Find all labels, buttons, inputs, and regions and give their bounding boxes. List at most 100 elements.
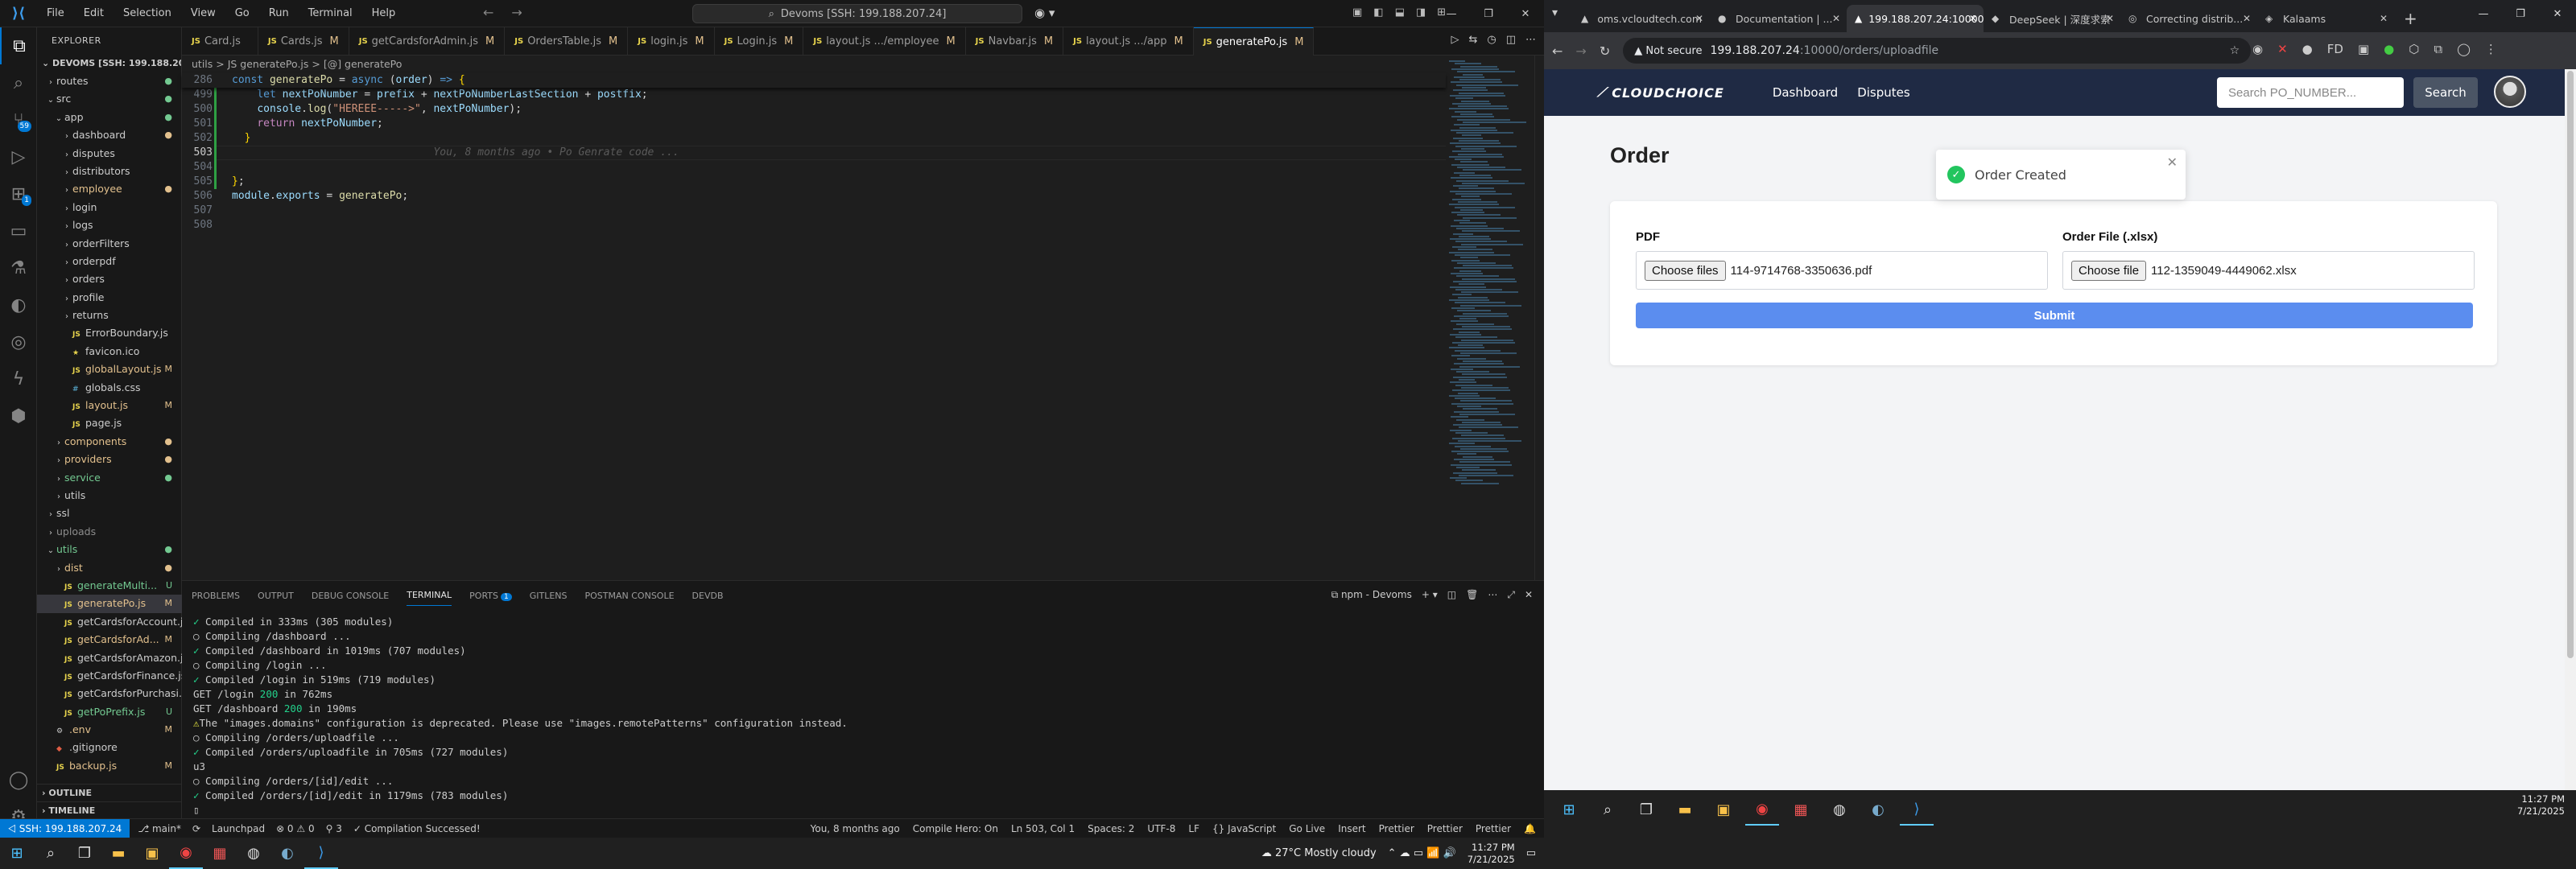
extension-icon-6[interactable]: ● xyxy=(2384,42,2394,56)
tree-item[interactable]: JS getCardsforAccount.js xyxy=(37,613,182,631)
nav-link-disputes[interactable]: Disputes xyxy=(1857,85,1910,100)
tree-item[interactable]: › login xyxy=(37,199,182,216)
git-blame[interactable]: You, 8 months ago xyxy=(811,823,900,834)
chrome-icon[interactable]: ◉ xyxy=(169,838,203,869)
tree-item[interactable]: › profile xyxy=(37,289,182,307)
ports-count[interactable]: ⚲ 3 xyxy=(326,823,342,834)
minimize-icon[interactable]: — xyxy=(1433,0,1470,27)
tree-item[interactable]: › routes ● xyxy=(37,72,182,90)
tree-item[interactable]: ⌄ src ● xyxy=(37,90,182,108)
tree-item[interactable]: › distributors xyxy=(37,163,182,180)
choose-pdf-button[interactable]: Choose files xyxy=(1645,260,1726,281)
tree-item[interactable]: ◆ .gitignore xyxy=(37,739,182,756)
close-icon[interactable]: ✕ xyxy=(1507,0,1544,27)
toast-close-icon[interactable]: ✕ xyxy=(2167,154,2178,170)
insert-mode[interactable]: Insert xyxy=(1338,823,1365,834)
toggle-sidebar-icon[interactable]: ◧ xyxy=(1373,6,1383,19)
search-button[interactable]: Search xyxy=(2413,77,2478,108)
tree-item[interactable]: › logs xyxy=(37,216,182,234)
editor-tab[interactable]: JS layout.js .../employee M xyxy=(803,27,966,56)
reload-icon[interactable]: ↻ xyxy=(1600,43,1610,59)
timeline-icon[interactable]: ◷ xyxy=(1487,34,1496,46)
tree-item[interactable]: JS getCardsforFinance.js xyxy=(37,667,182,685)
outline-section[interactable]: › OUTLINE xyxy=(37,784,182,801)
editor-tab[interactable]: JS Login.js M xyxy=(715,27,804,56)
menu-item-view[interactable]: View xyxy=(181,0,225,27)
nav-link-dashboard[interactable]: Dashboard xyxy=(1773,85,1838,100)
tree-item[interactable]: JS getCardsforAd... M xyxy=(37,631,182,649)
explorer-icon[interactable]: ⧉ xyxy=(0,27,37,64)
panel-tab-output[interactable]: OUTPUT xyxy=(258,591,294,601)
testing-icon[interactable]: ⚗ xyxy=(0,249,37,286)
minimap[interactable] xyxy=(1446,56,1534,580)
bookmark-star-icon[interactable]: ☆ xyxy=(2230,44,2240,57)
prettier-3[interactable]: Prettier xyxy=(1476,823,1511,834)
more-actions-icon[interactable]: ⋯ xyxy=(1525,34,1536,46)
tray-icons[interactable]: ⌃ ☁ ▭ 📶 🔊 xyxy=(1388,847,1456,859)
tab-close-icon[interactable]: ✕ xyxy=(1969,13,1977,24)
back-arrow-icon[interactable]: ← xyxy=(483,5,493,20)
app-icon-circle[interactable]: ◍ xyxy=(237,838,270,869)
tree-item[interactable]: ★ favicon.ico xyxy=(37,343,182,360)
more-icon[interactable]: ⋯ xyxy=(1488,589,1497,601)
account-icon[interactable]: ◯ xyxy=(0,761,37,798)
panel-tab-debug-console[interactable]: DEBUG CONSOLE xyxy=(312,591,389,601)
menu-item-help[interactable]: Help xyxy=(362,0,406,27)
code-editor[interactable]: 286 const generatePo = async (order) => {… xyxy=(182,73,1446,580)
run-icon[interactable]: ▷ xyxy=(1451,34,1459,46)
extension-icon-2[interactable]: ✕ xyxy=(2277,42,2288,56)
terminal-output[interactable]: ✓ Compiled in 333ms (305 modules) ○ Compi… xyxy=(193,615,848,818)
compare-icon[interactable]: ⇆ xyxy=(1468,34,1477,46)
extension-icon-3[interactable]: ● xyxy=(2302,42,2313,56)
run-debug-icon[interactable]: ▷ xyxy=(0,138,37,175)
search-icon[interactable]: ⌕ xyxy=(1591,794,1624,826)
tree-item[interactable]: › employee ● xyxy=(37,180,182,198)
timeline-section[interactable]: › TIMELINE xyxy=(37,801,182,819)
tab-search-icon[interactable]: ▾ xyxy=(1552,6,1558,19)
editor-tab[interactable]: JS generatePo.js M xyxy=(1193,27,1315,56)
tree-item[interactable]: JS getCardsforPurchasi... xyxy=(37,685,182,702)
prettier-2[interactable]: Prettier xyxy=(1427,823,1463,834)
editor-tab[interactable]: JS getCardsforAdmin.js M xyxy=(349,27,506,56)
tree-item[interactable]: › orderpdf xyxy=(37,253,182,270)
tree-item[interactable]: › dist ● xyxy=(37,559,182,577)
maximize-panel-icon[interactable]: ⤢ xyxy=(1507,589,1515,601)
tree-item[interactable]: › uploads xyxy=(37,523,182,541)
browser-tab[interactable]: ▲ oms.vcloudtech.com ✕ xyxy=(1573,5,1710,32)
windows-start-icon[interactable]: ⊞ xyxy=(0,838,34,869)
tree-item[interactable]: JS getPoPrefix.js U xyxy=(37,703,182,721)
editor-tab[interactable]: JS login.js M xyxy=(628,27,715,56)
menu-item-selection[interactable]: Selection xyxy=(114,0,181,27)
app-icon-blue[interactable]: ◐ xyxy=(270,838,304,869)
maximize-icon[interactable]: ❐ xyxy=(1470,0,1507,27)
page-scrollbar[interactable] xyxy=(2565,69,2576,790)
tree-item[interactable]: › service ● xyxy=(37,469,182,487)
sync-icon[interactable]: ⟳ xyxy=(192,823,200,834)
copilot-icon[interactable]: ◉ ▾ xyxy=(1034,6,1055,20)
panel-tab-problems[interactable]: PROBLEMS xyxy=(192,591,240,601)
menu-item-edit[interactable]: Edit xyxy=(74,0,114,27)
tree-item[interactable]: JS generateMulti... U xyxy=(37,577,182,595)
tab-close-icon[interactable]: ✕ xyxy=(2243,13,2251,24)
extension-icon-1[interactable]: ◉ xyxy=(2252,42,2263,56)
tree-item[interactable]: # globals.css xyxy=(37,379,182,397)
command-center[interactable]: ⌕ Devoms [SSH: 199.188.207.24] xyxy=(692,4,1022,23)
chrome-icon[interactable]: ◉ xyxy=(1745,794,1779,826)
split-terminal-icon[interactable]: ◫ xyxy=(1447,589,1456,601)
app-icon-red[interactable]: ▦ xyxy=(203,838,237,869)
profile-icon[interactable]: ◯ xyxy=(2457,42,2471,56)
maximize-icon[interactable]: ❐ xyxy=(2502,0,2539,27)
extension-icon-7[interactable]: ⬡ xyxy=(2409,42,2419,56)
tree-item[interactable]: › utils xyxy=(37,487,182,505)
panel-tab-devdb[interactable]: DEVDB xyxy=(692,591,724,601)
editor-tab[interactable]: JS Cards.js M xyxy=(258,27,349,56)
tree-item[interactable]: › orderFilters xyxy=(37,235,182,253)
tree-item[interactable]: JS globalLayout.js M xyxy=(37,360,182,378)
back-icon[interactable]: ← xyxy=(1552,43,1563,59)
close-icon[interactable]: ✕ xyxy=(2539,0,2576,27)
browser-tab[interactable]: ◎ Correcting distrib... ✕ xyxy=(2120,5,2257,32)
search-icon[interactable]: ⌕ xyxy=(34,838,68,869)
address-bar[interactable]: ▲ Not secure 199.188.207.24:10000/orders… xyxy=(1623,38,2252,64)
scroll-thumb[interactable] xyxy=(2567,71,2574,658)
windows-start-icon[interactable]: ⊞ xyxy=(1552,794,1586,826)
